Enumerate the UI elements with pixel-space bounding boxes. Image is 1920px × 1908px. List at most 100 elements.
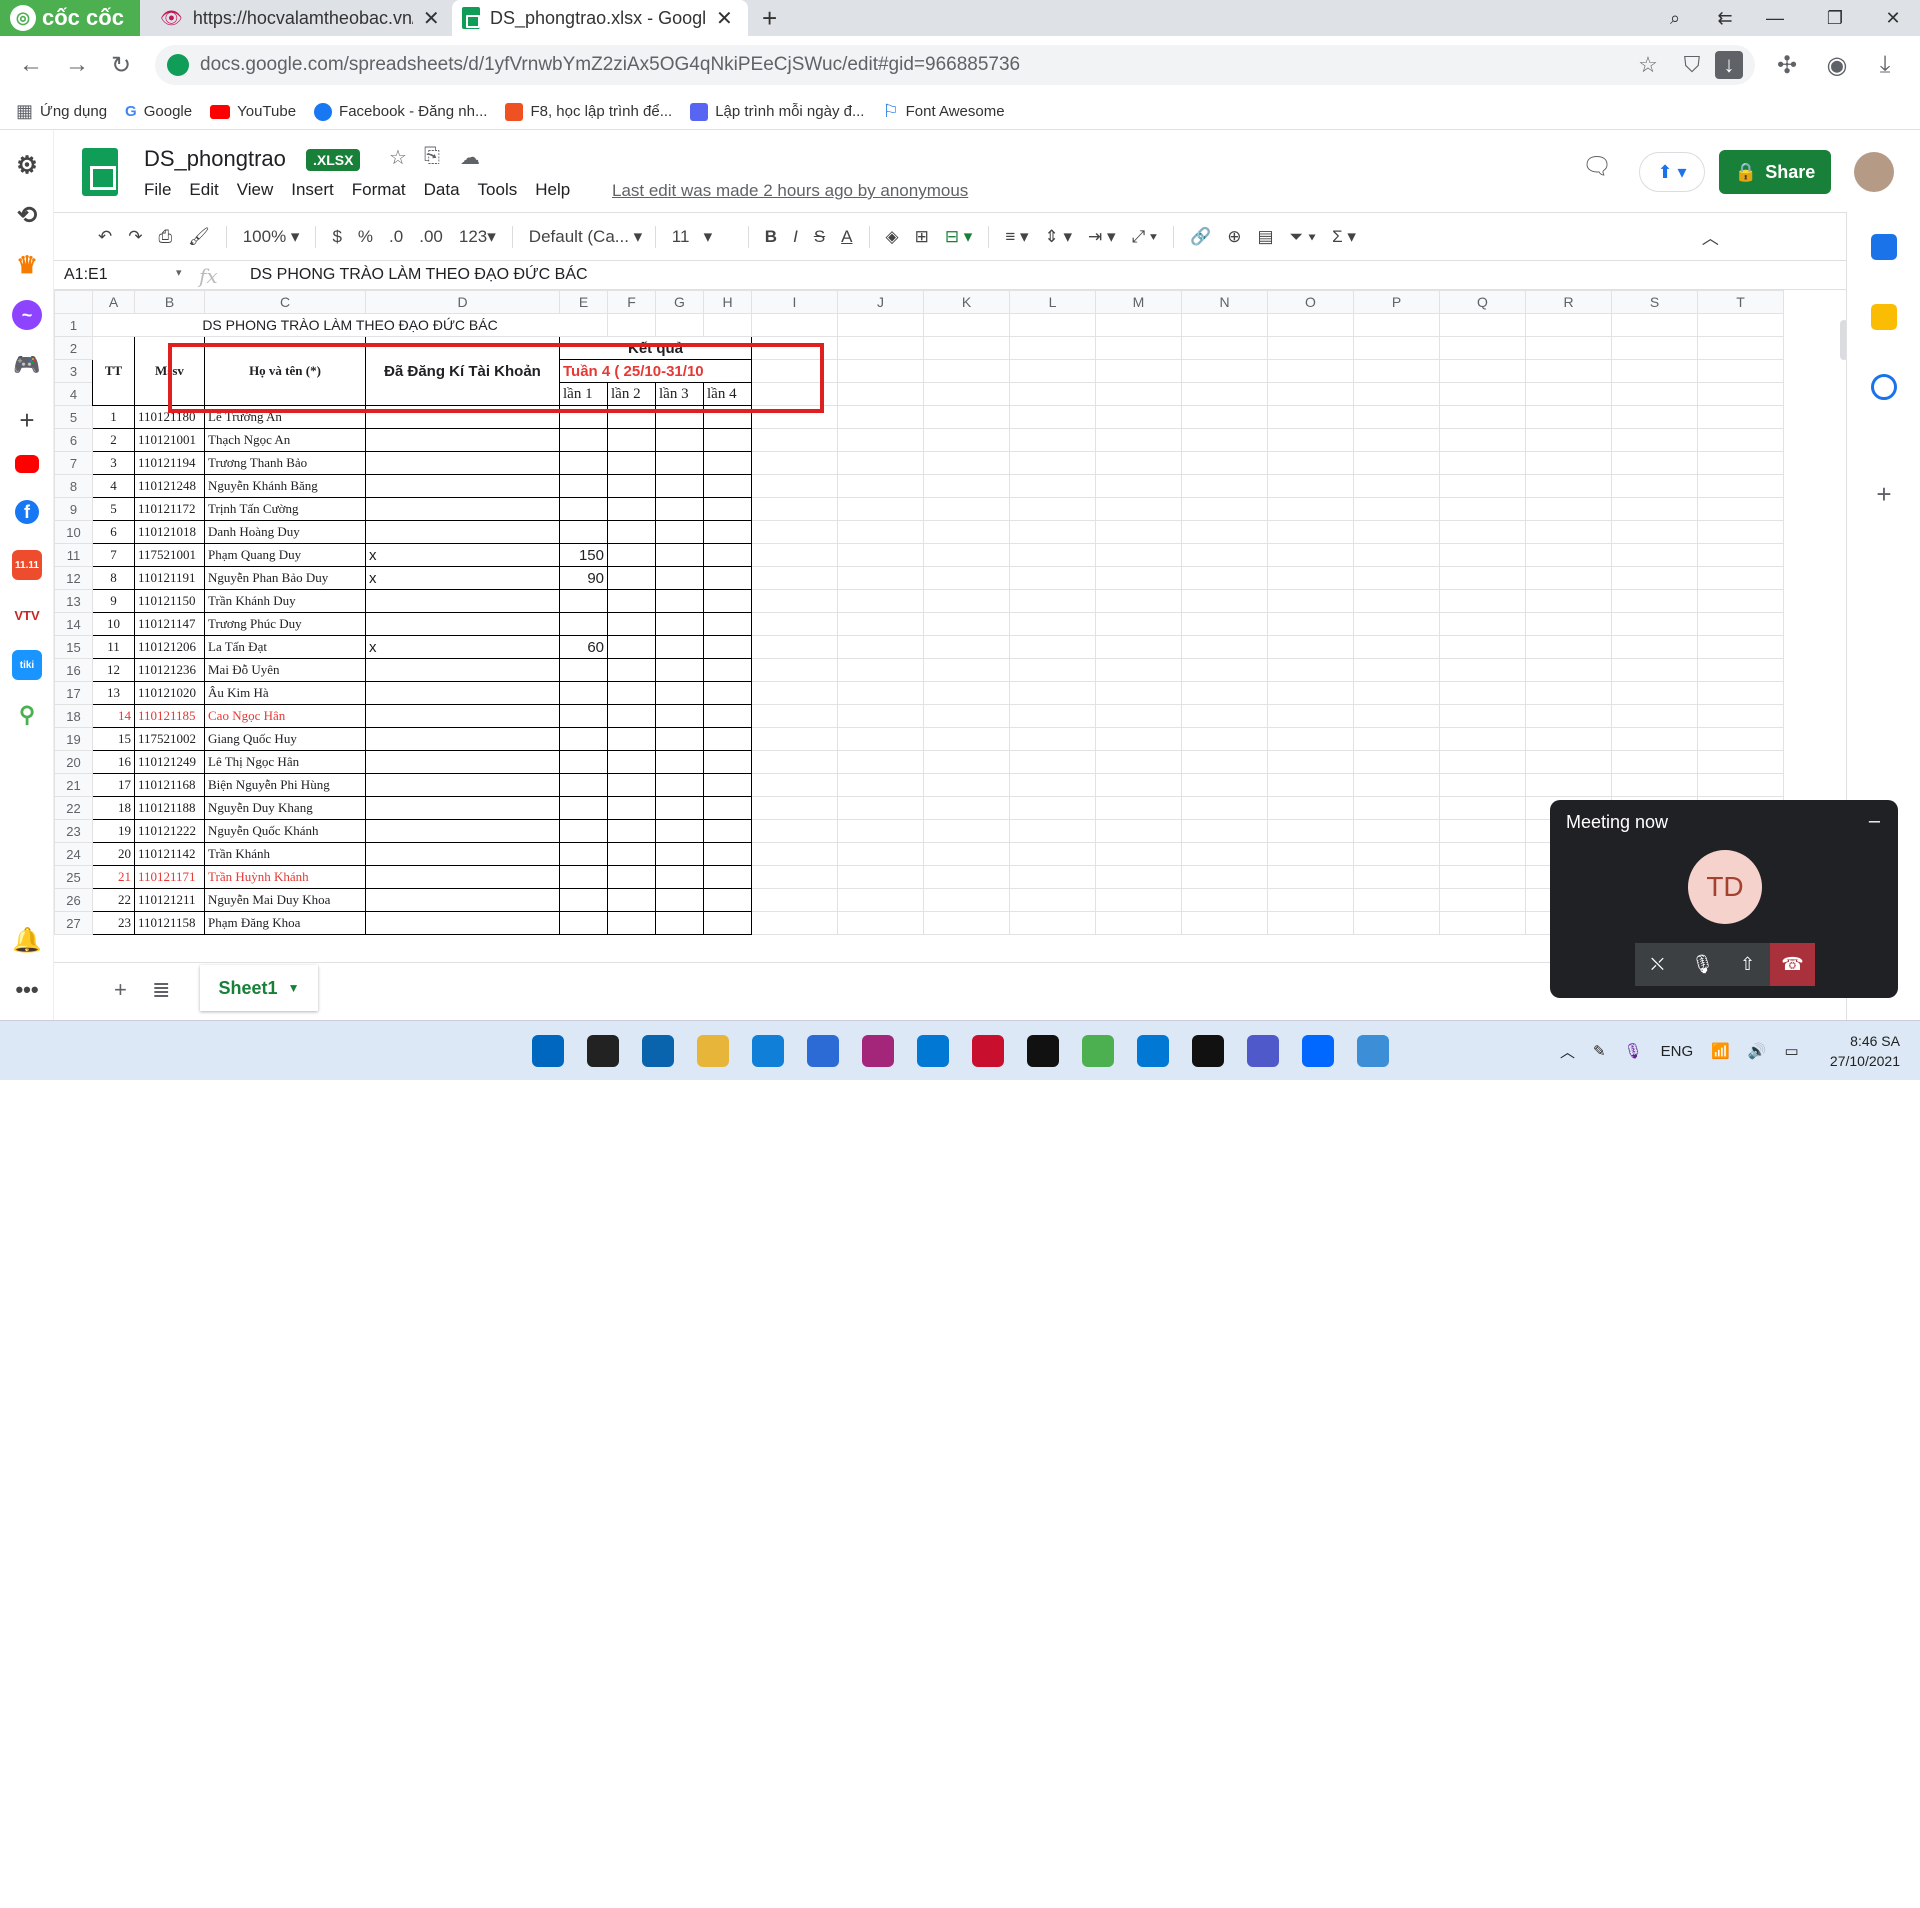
cell[interactable] xyxy=(1009,359,1096,383)
cell[interactable] xyxy=(1611,474,1698,498)
cell[interactable] xyxy=(1611,681,1698,705)
cell[interactable] xyxy=(1697,658,1784,682)
cell[interactable] xyxy=(1611,612,1698,636)
row-number[interactable]: 19 xyxy=(54,727,93,751)
cell-attempt-1[interactable] xyxy=(559,474,608,498)
language-indicator[interactable]: ENG xyxy=(1661,1043,1694,1060)
row-number[interactable]: 14 xyxy=(54,612,93,636)
header-result[interactable]: Kết quả xyxy=(559,336,752,360)
cell[interactable] xyxy=(1181,313,1268,337)
browser-brand-logo[interactable]: ◎ cốc cốc xyxy=(0,0,140,36)
cell-attempt-4[interactable] xyxy=(703,428,752,452)
cell-attempt-1[interactable] xyxy=(559,819,608,843)
row-number[interactable]: 4 xyxy=(54,382,93,406)
cell[interactable] xyxy=(1439,543,1526,567)
back-panel-icon[interactable]: ⇇ xyxy=(1700,0,1750,36)
cell[interactable] xyxy=(1181,842,1268,866)
row-number[interactable]: 7 xyxy=(54,451,93,475)
cell[interactable] xyxy=(837,543,924,567)
sheet-tab-sheet1[interactable]: Sheet1 ▼ xyxy=(200,965,318,1011)
mcafee-icon[interactable] xyxy=(972,1035,1004,1067)
row-number[interactable]: 22 xyxy=(54,796,93,820)
column-header[interactable]: F xyxy=(607,290,656,314)
cell[interactable] xyxy=(923,474,1010,498)
cell[interactable] xyxy=(1439,405,1526,429)
cell[interactable] xyxy=(1267,750,1354,774)
cell[interactable] xyxy=(1267,681,1354,705)
cell-tt[interactable]: 12 xyxy=(92,658,135,682)
cell-attempt-2[interactable] xyxy=(607,888,656,912)
cell[interactable] xyxy=(1611,704,1698,728)
cell-attempt-4[interactable] xyxy=(703,474,752,498)
comments-icon[interactable]: 🗨 xyxy=(1582,152,1612,182)
cell-registered[interactable] xyxy=(365,819,560,843)
tiki-sidebar-icon[interactable]: tiki xyxy=(12,650,42,680)
cell-attempt-1[interactable] xyxy=(559,405,608,429)
italic-icon[interactable]: I xyxy=(793,227,798,247)
row-number[interactable]: 5 xyxy=(54,405,93,429)
cell-attempt-4[interactable] xyxy=(703,612,752,636)
new-tab-button[interactable]: + xyxy=(752,0,787,36)
cell[interactable] xyxy=(1009,635,1096,659)
cell-attempt-4[interactable] xyxy=(703,842,752,866)
cell-attempt-3[interactable] xyxy=(655,428,704,452)
cell-registered[interactable] xyxy=(365,704,560,728)
cell[interactable] xyxy=(1353,451,1440,475)
cell-tt[interactable]: 3 xyxy=(92,451,135,475)
cell-attempt-2[interactable] xyxy=(607,635,656,659)
notification-bell-icon[interactable]: 🔔 xyxy=(12,925,42,955)
cell[interactable] xyxy=(751,658,838,682)
cell[interactable] xyxy=(1353,612,1440,636)
cell[interactable] xyxy=(1267,704,1354,728)
cell[interactable] xyxy=(837,819,924,843)
cell-tt[interactable]: 4 xyxy=(92,474,135,498)
cell[interactable] xyxy=(1525,566,1612,590)
cell[interactable] xyxy=(923,497,1010,521)
column-header[interactable]: M xyxy=(1095,290,1182,314)
cell[interactable] xyxy=(1525,451,1612,475)
cell[interactable] xyxy=(1697,451,1784,475)
row-number[interactable]: 11 xyxy=(54,543,93,567)
cell-attempt-3[interactable] xyxy=(655,405,704,429)
edge-icon[interactable] xyxy=(752,1035,784,1067)
wifi-icon[interactable]: 📶 xyxy=(1711,1042,1730,1060)
battery-icon[interactable]: ▭ xyxy=(1785,1042,1799,1060)
cell[interactable] xyxy=(751,428,838,452)
cell[interactable] xyxy=(837,704,924,728)
header-attempt-1[interactable]: lần 1 xyxy=(559,382,608,406)
paint-format-icon[interactable]: 🖌 xyxy=(188,227,210,247)
cell[interactable] xyxy=(1181,566,1268,590)
cell-mssv[interactable]: 117521002 xyxy=(134,727,205,751)
cell[interactable] xyxy=(1697,382,1784,406)
header-tt[interactable]: TT xyxy=(92,336,135,406)
cell[interactable] xyxy=(1353,888,1440,912)
cell-mssv[interactable]: 110121180 xyxy=(134,405,205,429)
cell[interactable] xyxy=(1181,727,1268,751)
cell-registered[interactable] xyxy=(365,750,560,774)
cell[interactable] xyxy=(837,612,924,636)
download-page-icon[interactable]: ↓ xyxy=(1715,51,1743,79)
cell[interactable] xyxy=(1009,428,1096,452)
cell[interactable] xyxy=(1697,474,1784,498)
bookmark-f8[interactable]: F8, học lập trình để... xyxy=(505,102,672,121)
cell[interactable] xyxy=(1439,428,1526,452)
cell[interactable] xyxy=(1353,428,1440,452)
cell[interactable] xyxy=(1009,888,1096,912)
cell[interactable] xyxy=(751,911,838,935)
clock[interactable]: 8:46 SA 27/10/2021 xyxy=(1810,1031,1900,1071)
cell-attempt-1[interactable] xyxy=(559,658,608,682)
cell[interactable] xyxy=(1439,750,1526,774)
cell-attempt-1[interactable]: 90 xyxy=(559,566,608,590)
cell[interactable] xyxy=(1439,865,1526,889)
text-wrap-icon[interactable]: ⇥ ▾ xyxy=(1088,227,1116,247)
cell-attempt-4[interactable] xyxy=(703,819,752,843)
cell[interactable] xyxy=(751,566,838,590)
cell[interactable] xyxy=(1525,589,1612,613)
cell[interactable] xyxy=(1525,474,1612,498)
row-number[interactable]: 1 xyxy=(54,313,93,337)
cell-attempt-3[interactable] xyxy=(655,451,704,475)
add-sheet-button[interactable]: + xyxy=(114,977,127,1003)
cell[interactable] xyxy=(1525,750,1612,774)
redo-icon[interactable]: ↷ xyxy=(128,227,142,247)
cell[interactable] xyxy=(751,336,838,360)
